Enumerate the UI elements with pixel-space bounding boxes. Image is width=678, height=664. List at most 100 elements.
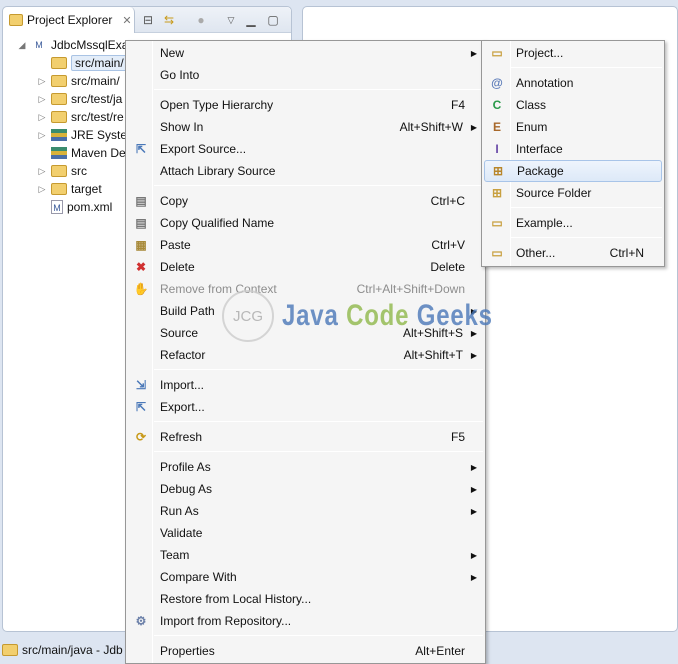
annotation-icon: @ (491, 76, 503, 90)
new-other-icon: ▭ (491, 246, 503, 260)
tree-item[interactable]: Maven De (37, 144, 126, 162)
menu-item-label: Build Path (160, 304, 215, 318)
menu-item-source[interactable]: Source Alt+Shift+S ▶ (128, 322, 483, 344)
submenu-item-package[interactable]: ⊞ Package (484, 160, 662, 182)
status-bar: src/main/java - Jdb (0, 640, 123, 660)
maven-project-icon: M (35, 40, 43, 50)
menu-item-label: Example... (516, 216, 573, 230)
collapsed-twisty-icon[interactable]: ▷ (37, 130, 47, 141)
tab-project-explorer[interactable]: Project Explorer ✕ (3, 7, 135, 33)
tree-item[interactable]: src/main/ (37, 54, 128, 72)
library-icon (51, 147, 67, 159)
menu-item-label: Compare With (160, 570, 237, 584)
context-menu: New ▶ Go Into Open Type Hierarchy F4 Show In A… (125, 40, 486, 664)
menu-item-new[interactable]: New ▶ (128, 42, 483, 64)
tree-item[interactable]: ◢ M JdbcMssqlExa... (17, 36, 139, 54)
menu-item-export[interactable]: ⇱ Export... (128, 396, 483, 418)
expanded-twisty-icon[interactable]: ◢ (17, 40, 27, 51)
view-menu-icon[interactable]: ▽ (223, 12, 239, 28)
menu-item-label: New (160, 46, 185, 60)
package-folder-icon (51, 111, 67, 123)
menu-item-label: Export... (160, 400, 205, 414)
collapsed-twisty-icon[interactable]: ▷ (37, 166, 47, 177)
close-icon[interactable]: ✕ (122, 14, 131, 27)
menu-item-import-from-repository[interactable]: ⚙ Import from Repository... (128, 610, 483, 632)
menu-item-validate[interactable]: Validate (128, 522, 483, 544)
submenu-item-project[interactable]: ▭ Project... (484, 42, 662, 64)
collapse-all-icon[interactable]: ⊟ (140, 12, 156, 28)
menu-separator (154, 635, 483, 636)
package-folder-icon (2, 644, 18, 656)
status-text: src/main/java - Jdb (22, 643, 123, 657)
tree-item[interactable]: ▷ src (37, 162, 87, 180)
collapsed-twisty-icon[interactable]: ▷ (37, 184, 47, 195)
tree-item-label: src (71, 164, 87, 178)
submenu-arrow-icon: ▶ (470, 350, 477, 360)
folder-icon (51, 183, 67, 195)
menu-item-label: Properties (160, 644, 215, 658)
tree-item[interactable]: ▷ src/main/ (37, 72, 120, 90)
menu-item-attach-library-source[interactable]: Attach Library Source (128, 160, 483, 182)
submenu-item-class[interactable]: C Class (484, 94, 662, 116)
menu-item-label: Remove from Context (160, 282, 277, 296)
minimize-icon[interactable]: ▁ (243, 12, 259, 28)
menu-item-compare-with[interactable]: Compare With ▶ (128, 566, 483, 588)
menu-item-delete[interactable]: ✖ Delete Delete (128, 256, 483, 278)
submenu-item-example[interactable]: ▭ Example... (484, 212, 662, 234)
menu-separator (154, 421, 483, 422)
tree-item-label: src/test/re (71, 110, 124, 124)
package-folder-icon (51, 75, 67, 87)
collapsed-twisty-icon[interactable]: ▷ (37, 76, 47, 87)
remove-context-icon: ✋ (133, 282, 149, 296)
menu-item-show-in[interactable]: Show In Alt+Shift+W ▶ (128, 116, 483, 138)
menu-item-shortcut: Alt+Shift+S (402, 326, 463, 340)
menu-item-shortcut: Alt+Shift+W (399, 120, 463, 134)
menu-item-shortcut: Delete (430, 260, 465, 274)
collapsed-twisty-icon[interactable]: ▷ (37, 94, 47, 105)
menu-item-open-type-hierarchy[interactable]: Open Type Hierarchy F4 (128, 94, 483, 116)
menu-item-run-as[interactable]: Run As ▶ (128, 500, 483, 522)
filter-icon[interactable]: ● (193, 12, 209, 28)
menu-item-label: Refresh (160, 430, 203, 444)
menu-item-label: Validate (160, 526, 203, 540)
menu-item-copy-qualified-name[interactable]: ▤ Copy Qualified Name (128, 212, 483, 234)
link-with-editor-icon[interactable]: ⇆ (161, 12, 177, 28)
submenu-item-other[interactable]: ▭ Other... Ctrl+N (484, 242, 662, 264)
tree-item[interactable]: ▷ target (37, 180, 102, 198)
project-explorer-icon (9, 14, 23, 26)
menu-item-go-into[interactable]: Go Into (128, 64, 483, 86)
menu-item-team[interactable]: Team ▶ (128, 544, 483, 566)
menu-item-label: Interface (516, 142, 563, 156)
tree-item[interactable]: Mpom.xml (37, 198, 112, 216)
repository-icon: ⚙ (135, 614, 147, 628)
menu-item-restore-from-local-history[interactable]: Restore from Local History... (128, 588, 483, 610)
export-icon: ⇱ (135, 400, 147, 414)
maximize-icon[interactable]: ▢ (265, 12, 281, 28)
library-icon (51, 129, 67, 141)
submenu-item-source-folder[interactable]: ⊞ Source Folder (484, 182, 662, 204)
tree-item[interactable]: ▷ JRE Systen (37, 126, 134, 144)
menu-item-export-source[interactable]: ⇱ Export Source... (128, 138, 483, 160)
import-icon: ⇲ (135, 378, 147, 392)
tree-item[interactable]: ▷ src/test/re (37, 108, 124, 126)
collapsed-twisty-icon[interactable]: ▷ (37, 112, 47, 123)
menu-item-import[interactable]: ⇲ Import... (128, 374, 483, 396)
menu-item-paste[interactable]: ▦ Paste Ctrl+V (128, 234, 483, 256)
menu-separator (154, 451, 483, 452)
menu-item-label: Attach Library Source (160, 164, 276, 178)
submenu-item-enum[interactable]: E Enum (484, 116, 662, 138)
menu-item-build-path[interactable]: Build Path ▶ (128, 300, 483, 322)
menu-item-copy[interactable]: ▤ Copy Ctrl+C (128, 190, 483, 212)
menu-item-refactor[interactable]: Refactor Alt+Shift+T ▶ (128, 344, 483, 366)
tree-item[interactable]: ▷ src/test/ja (37, 90, 123, 108)
submenu-arrow-icon: ▶ (470, 306, 477, 316)
menu-item-refresh[interactable]: ⟳ Refresh F5 (128, 426, 483, 448)
menu-item-properties[interactable]: Properties Alt+Enter (128, 640, 483, 662)
submenu-item-annotation[interactable]: @ Annotation (484, 72, 662, 94)
submenu-arrow-icon: ▶ (470, 506, 477, 516)
submenu-item-interface[interactable]: I Interface (484, 138, 662, 160)
menu-item-debug-as[interactable]: Debug As ▶ (128, 478, 483, 500)
menu-item-profile-as[interactable]: Profile As ▶ (128, 456, 483, 478)
menu-item-shortcut: Ctrl+N (609, 246, 644, 260)
menu-item-label: Delete (160, 260, 195, 274)
